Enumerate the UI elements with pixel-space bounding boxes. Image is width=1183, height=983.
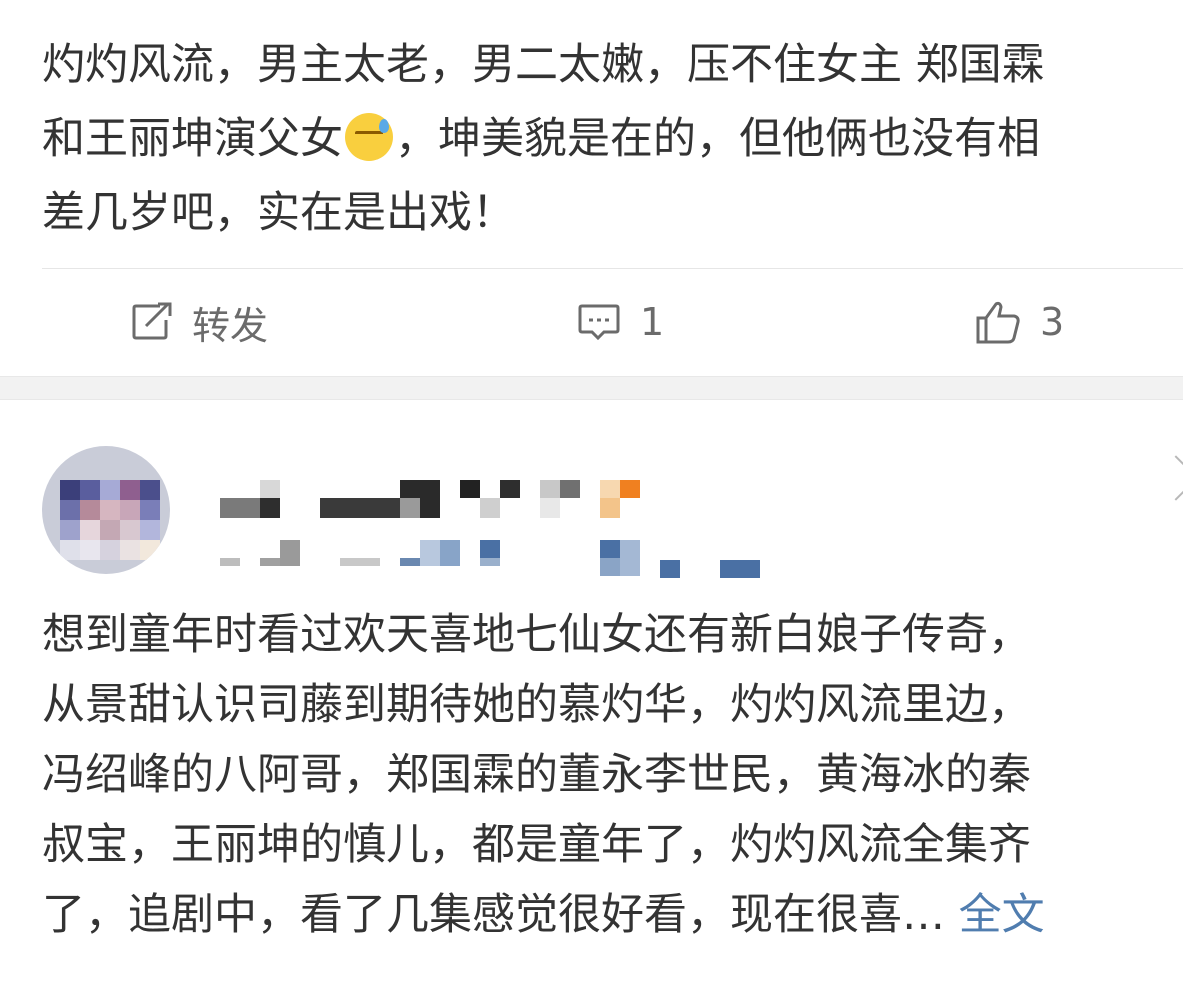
redaction-block bbox=[560, 480, 580, 498]
redaction-block bbox=[260, 480, 280, 498]
avatar-pixel bbox=[80, 520, 100, 540]
post-1-line-1: 灼灼风流，男主太老，男二太嫩，压不住女主 郑国霖 bbox=[42, 40, 1045, 90]
like-button[interactable]: 3 bbox=[974, 290, 1064, 354]
comment-icon bbox=[578, 304, 620, 341]
post-2-line-2: 从景甜认识司藤到期待她的慕灼华，灼灼风流里边， bbox=[42, 680, 1031, 730]
avatar-pixel bbox=[140, 500, 160, 520]
post-1-line-2-start: 和王丽坤演父女 bbox=[42, 114, 343, 164]
redaction-block bbox=[320, 498, 400, 518]
avatar-pixel bbox=[140, 520, 160, 540]
avatar-pixel bbox=[100, 520, 120, 540]
avatar-pixel bbox=[120, 520, 140, 540]
chevron-down-icon[interactable] bbox=[1153, 455, 1183, 501]
avatar-pixel bbox=[60, 520, 80, 540]
avatar-pixel bbox=[80, 540, 100, 560]
post-1-line-3: 差几岁吧，实在是出戏！ bbox=[42, 188, 515, 238]
redaction-block bbox=[620, 540, 640, 576]
redaction-block bbox=[400, 558, 420, 566]
like-count: 3 bbox=[1040, 300, 1065, 344]
avatar-pixel bbox=[140, 480, 160, 500]
redaction-block bbox=[480, 558, 500, 566]
avatar-pixel bbox=[60, 540, 80, 560]
avatar-pixel bbox=[120, 540, 140, 560]
avatar-pixel bbox=[60, 480, 80, 500]
redaction-block bbox=[480, 540, 500, 558]
redaction-block bbox=[400, 498, 420, 518]
action-bar: 转发 1 3 bbox=[0, 290, 1183, 354]
repost-label: 转发 bbox=[192, 303, 269, 348]
post-2-line-5: 了，追剧中，看了几集感觉很好看，现在很喜… 全文 bbox=[42, 880, 1183, 950]
divider bbox=[42, 268, 1183, 269]
redaction-block bbox=[500, 480, 520, 498]
post-2-line-5-text: 了，追剧中，看了几集感觉很好看，现在很喜… bbox=[42, 890, 959, 940]
redaction-block bbox=[220, 558, 240, 566]
comment-count: 1 bbox=[640, 300, 665, 344]
avatar-pixel bbox=[100, 500, 120, 520]
post-2-line-3: 冯绍峰的八阿哥，郑国霖的董永李世民，黄海冰的秦 bbox=[42, 750, 1031, 800]
avatar-pixel bbox=[80, 500, 100, 520]
redaction-block bbox=[540, 480, 560, 498]
post-2-line-1: 想到童年时看过欢天喜地七仙女还有新白娘子传奇， bbox=[42, 610, 1031, 660]
redaction-block bbox=[220, 498, 260, 518]
repost-icon bbox=[132, 302, 172, 340]
avatar-pixel bbox=[80, 480, 100, 500]
redaction-block bbox=[440, 540, 460, 566]
redaction-block bbox=[720, 560, 760, 578]
redaction-block bbox=[660, 560, 680, 578]
post-separator bbox=[0, 376, 1183, 400]
full-text-link[interactable]: 全文 bbox=[959, 890, 1045, 940]
redaction-block bbox=[600, 540, 620, 558]
post-1-text: 灼灼风流，男主太老，男二太嫩，压不住女主 郑国霖 和王丽坤演父女 ，坤美貌是在的，… bbox=[42, 28, 1183, 250]
redaction-block bbox=[600, 480, 620, 498]
post-2-text: 想到童年时看过欢天喜地七仙女还有新白娘子传奇， 从景甜认识司藤到期待她的慕灼华，… bbox=[42, 600, 1183, 950]
post-2-line-4: 叔宝，王丽坤的慎儿，都是童年了，灼灼风流全集齐 bbox=[42, 820, 1031, 870]
avatar-pixel bbox=[100, 540, 120, 560]
redaction-block bbox=[260, 498, 280, 518]
avatar-pixel bbox=[100, 480, 120, 500]
comment-button[interactable]: 1 bbox=[576, 290, 664, 354]
sweat-face-icon bbox=[345, 113, 393, 161]
redaction-block bbox=[620, 480, 640, 498]
post-1-line-2: 和王丽坤演父女 ，坤美貌是在的，但他俩也没有相 bbox=[42, 102, 1183, 176]
avatar[interactable] bbox=[42, 446, 170, 574]
redaction-block bbox=[280, 540, 300, 566]
redaction-block bbox=[340, 558, 380, 566]
redaction-block bbox=[260, 558, 280, 566]
redaction-block bbox=[420, 540, 440, 566]
redaction-block bbox=[480, 498, 500, 518]
avatar-pixel bbox=[120, 480, 140, 500]
avatar-pixel bbox=[140, 540, 160, 560]
avatar-pixel bbox=[60, 500, 80, 520]
avatar-pixel bbox=[120, 500, 140, 520]
post-1-line-2-end: ，坤美貌是在的，但他俩也没有相 bbox=[395, 114, 1040, 164]
redaction-block bbox=[600, 498, 620, 518]
repost-button[interactable]: 转发 bbox=[130, 290, 268, 354]
thumbs-up-icon bbox=[976, 301, 1020, 344]
redaction-block bbox=[540, 498, 560, 518]
redaction-block bbox=[460, 480, 480, 498]
redaction-block bbox=[600, 558, 620, 576]
